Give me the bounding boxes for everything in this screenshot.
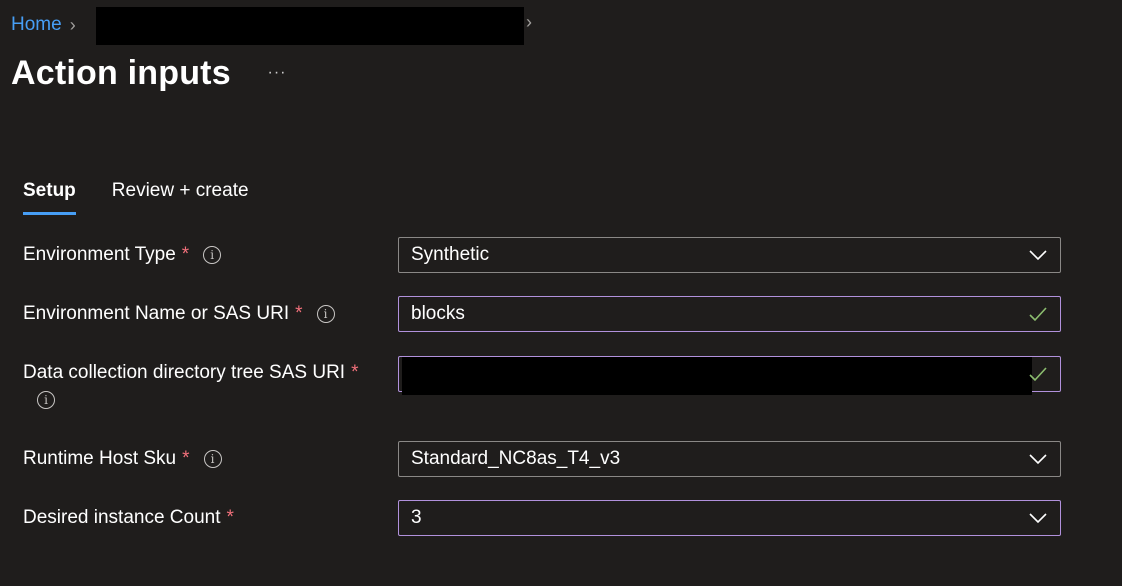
info-icon[interactable]: i	[203, 246, 222, 264]
environment-name-value: blocks	[411, 303, 465, 324]
page-title: Action inputs	[11, 54, 231, 92]
breadcrumb: Home ›	[11, 12, 84, 38]
chevron-right-icon: ›	[526, 12, 532, 32]
tab-review-create[interactable]: Review + create	[112, 180, 249, 215]
tab-list: Setup Review + create	[23, 180, 249, 215]
runtime-sku-dropdown[interactable]: Standard_NC8as_T4_v3	[398, 441, 1061, 477]
data-collection-label-text: Data collection directory tree SAS URI	[23, 362, 346, 383]
tab-setup[interactable]: Setup	[23, 180, 76, 215]
breadcrumb-home-link[interactable]: Home	[11, 14, 62, 36]
data-collection-input[interactable]	[398, 356, 1061, 395]
environment-name-label: Environment Name or SAS URI * i	[23, 303, 335, 325]
check-icon	[1029, 307, 1047, 322]
info-icon[interactable]: i	[316, 305, 335, 323]
required-marker: *	[351, 362, 359, 383]
environment-type-label-text: Environment Type	[23, 244, 176, 265]
redacted-breadcrumb-item[interactable]	[96, 7, 524, 45]
environment-name-input[interactable]: blocks	[398, 296, 1061, 332]
instance-count-dropdown[interactable]: 3	[398, 500, 1061, 536]
environment-type-label: Environment Type * i	[23, 244, 222, 266]
chevron-down-icon	[1029, 513, 1047, 524]
chevron-down-icon	[1029, 454, 1047, 465]
info-icon[interactable]: i	[37, 391, 55, 409]
instance-count-value: 3	[411, 507, 422, 528]
redacted-value	[402, 357, 1032, 395]
instance-count-label-text: Desired instance Count	[23, 507, 221, 528]
environment-name-label-text: Environment Name or SAS URI	[23, 303, 290, 324]
required-marker: *	[181, 244, 190, 265]
runtime-sku-value: Standard_NC8as_T4_v3	[411, 448, 621, 469]
chevron-right-icon: ›	[69, 15, 76, 35]
required-marker: *	[226, 507, 234, 528]
chevron-down-icon	[1029, 250, 1047, 261]
environment-type-value: Synthetic	[411, 244, 490, 265]
check-icon	[1029, 367, 1047, 382]
more-options-button[interactable]: ···	[266, 64, 288, 84]
runtime-sku-label-text: Runtime Host Sku	[23, 448, 177, 469]
environment-type-dropdown[interactable]: Synthetic	[398, 237, 1061, 273]
data-collection-label: Data collection directory tree SAS URI *	[23, 362, 358, 384]
required-marker: *	[182, 448, 190, 469]
required-marker: *	[295, 303, 303, 324]
instance-count-label: Desired instance Count *	[23, 507, 234, 529]
info-icon[interactable]: i	[203, 450, 222, 468]
runtime-sku-label: Runtime Host Sku * i	[23, 448, 222, 470]
